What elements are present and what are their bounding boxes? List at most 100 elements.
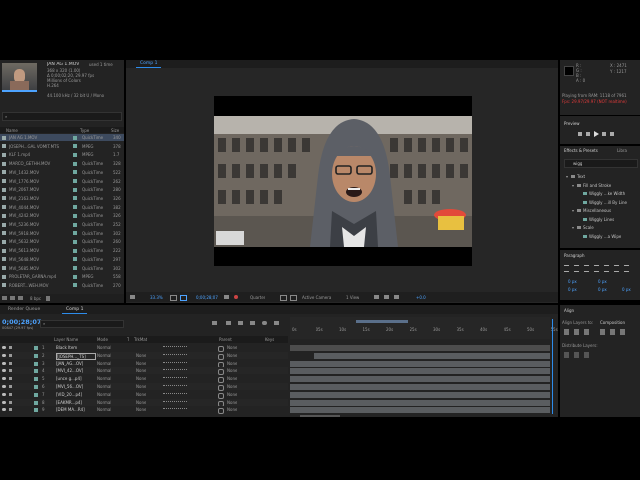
layer-row[interactable]: 4 [MVI_42...OV] Normal None None (0, 367, 288, 376)
layer-trkmat[interactable]: None (136, 384, 146, 389)
layer-parent[interactable]: None (227, 353, 237, 358)
zoom-dropdown[interactable]: 33.3% (150, 295, 163, 300)
layer-label-color[interactable] (34, 392, 38, 397)
audio-icon[interactable] (9, 353, 12, 357)
layer-row[interactable]: 3 [JAN_AG...OV] Normal None None (0, 359, 288, 368)
tab-render-queue[interactable]: Render Queue (4, 306, 44, 313)
time-ruler[interactable]: 0s 05s 10s 15s 20s 25s 30s 35s 40s 45s 50s 55s (290, 317, 558, 339)
project-item[interactable]: KLF 1.mp4 MPEG 1.7 (0, 151, 124, 158)
audio-icon[interactable] (9, 369, 12, 373)
align-right-edge-icon[interactable] (584, 329, 589, 335)
effects-tree-item[interactable]: Wiggly ...ke Width (560, 190, 625, 197)
align-left-edge-icon[interactable] (564, 329, 569, 335)
last-frame-icon[interactable] (610, 132, 614, 136)
layer-mode[interactable]: Normal (97, 368, 111, 373)
effects-tree-item[interactable]: ▾ Fill and Stroke (560, 182, 611, 189)
layer-parent[interactable]: None (227, 407, 237, 412)
layer-label-color[interactable] (34, 377, 38, 382)
layer-row[interactable]: 2 [JOSEPH..._TS] Normal None None (0, 351, 288, 360)
layer-duration-bar[interactable] (314, 352, 550, 359)
layer-trkmat[interactable]: None (136, 353, 146, 358)
visibility-icon[interactable] (2, 361, 6, 365)
audio-icon[interactable] (9, 392, 12, 396)
resolution-dropdown[interactable]: Quarter (250, 295, 265, 300)
first-frame-icon[interactable] (578, 132, 582, 136)
layer-label-color[interactable] (34, 400, 38, 405)
color-channel-icon[interactable] (234, 295, 238, 299)
layer-switch-icons[interactable] (163, 377, 187, 381)
layer-switch-icons[interactable] (163, 346, 187, 350)
layer-row[interactable]: 1 Black Item Normal None (0, 344, 288, 352)
viewer-timecode[interactable]: 0;00;28;07 (196, 295, 218, 300)
layer-duration-bar[interactable] (290, 391, 550, 398)
align-to-dropdown[interactable]: Composition (600, 320, 625, 325)
new-comp-icon[interactable] (18, 296, 23, 300)
layer-mode[interactable]: Normal (97, 400, 111, 405)
layer-duration-bar[interactable] (290, 368, 550, 375)
project-item[interactable]: MVI_5613.MOV QuickTime 222 (0, 247, 124, 254)
project-item[interactable]: MVI_2163.MOV QuickTime 326 (0, 195, 124, 202)
trash-icon[interactable] (46, 296, 50, 301)
effects-title[interactable]: Effects & Presets (564, 148, 598, 153)
effects-tree-item[interactable]: ▾ Text (560, 173, 585, 180)
justify-right-icon[interactable] (614, 265, 619, 272)
layer-mode[interactable]: Normal (97, 353, 111, 358)
project-item[interactable]: PROLETAR_GARNA.mp4 MPEG 558 (0, 273, 124, 280)
layer-mode[interactable]: Normal (97, 345, 111, 350)
project-item[interactable]: MVI_4242.MOV QuickTime 326 (0, 212, 124, 219)
work-area-bar[interactable] (356, 320, 408, 323)
visibility-icon[interactable] (2, 385, 6, 388)
layer-switch-icons[interactable] (163, 369, 187, 373)
column-size[interactable]: Size (111, 128, 119, 133)
layer-label-color[interactable] (34, 361, 38, 366)
new-folder-icon[interactable] (10, 296, 15, 300)
layer-switch-icons[interactable] (163, 408, 187, 412)
align-left-icon[interactable] (564, 265, 569, 272)
draft-3d-icon[interactable] (226, 321, 231, 325)
audio-icon[interactable] (9, 385, 12, 388)
layer-mode[interactable]: Normal (97, 392, 111, 397)
frame-blending-icon[interactable] (250, 321, 255, 325)
shy-icon[interactable] (238, 321, 243, 325)
project-item[interactable]: MVI_1432.MOV QuickTime 522 (0, 169, 124, 176)
layer-switch-icons[interactable] (163, 361, 187, 366)
transparency-grid-icon[interactable] (290, 295, 297, 301)
layer-duration-bar[interactable] (290, 384, 550, 390)
timeline-timecode[interactable]: 0;00;28;07 (2, 318, 41, 326)
effects-search-input[interactable]: wigg (564, 159, 638, 168)
graph-editor-icon[interactable] (274, 321, 279, 325)
distribute-v-center-icon[interactable] (574, 352, 579, 358)
layer-parent[interactable]: None (227, 376, 237, 381)
visibility-icon[interactable] (2, 408, 6, 412)
project-item[interactable]: JOSEPH...GAL VOMIT.MTS MPEG 378 (0, 143, 124, 150)
align-h-center-icon[interactable] (574, 329, 579, 335)
camera-dropdown[interactable]: Active Camera (302, 295, 331, 300)
motion-blur-icon[interactable] (262, 321, 267, 325)
project-item[interactable]: MVI_5632.MOV QuickTime 260 (0, 238, 124, 245)
layer-trkmat[interactable]: None (136, 376, 146, 381)
layer-mode[interactable]: Normal (97, 361, 111, 366)
fast-previews-icon[interactable] (394, 295, 399, 299)
project-item[interactable]: JAN AG 1.MOV QuickTime 340 (0, 134, 124, 141)
views-dropdown[interactable]: 1 View (346, 295, 359, 300)
project-item[interactable]: MVI_5918.MOV QuickTime 302 (0, 230, 124, 237)
layer-trkmat[interactable]: None (136, 407, 146, 412)
visibility-icon[interactable] (2, 377, 6, 381)
layer-label-color[interactable] (34, 408, 38, 413)
column-name[interactable]: Name (6, 128, 18, 133)
layer-row[interactable]: 9 [DEM MA...R4] Normal None None (0, 406, 288, 414)
layer-parent[interactable]: None (227, 345, 237, 350)
align-top-icon[interactable] (600, 329, 605, 335)
resolution-grid-icon[interactable] (170, 295, 177, 301)
project-item[interactable]: MVI_5648.MOV QuickTime 297 (0, 256, 124, 263)
project-item[interactable]: ROBERT...WEH.MOV QuickTime 270 (0, 282, 124, 289)
layer-mode[interactable]: Normal (97, 376, 111, 381)
layer-label-color[interactable] (34, 346, 38, 350)
column-type[interactable]: Type (80, 128, 89, 133)
align-center-icon[interactable] (574, 265, 579, 272)
layer-parent[interactable]: None (227, 384, 237, 389)
layer-duration-bar[interactable] (290, 399, 550, 406)
distribute-bottom-icon[interactable] (584, 352, 589, 358)
effects-tree-item[interactable]: ▾ Miscellaneous (560, 207, 611, 214)
layer-label-color[interactable] (34, 369, 38, 374)
